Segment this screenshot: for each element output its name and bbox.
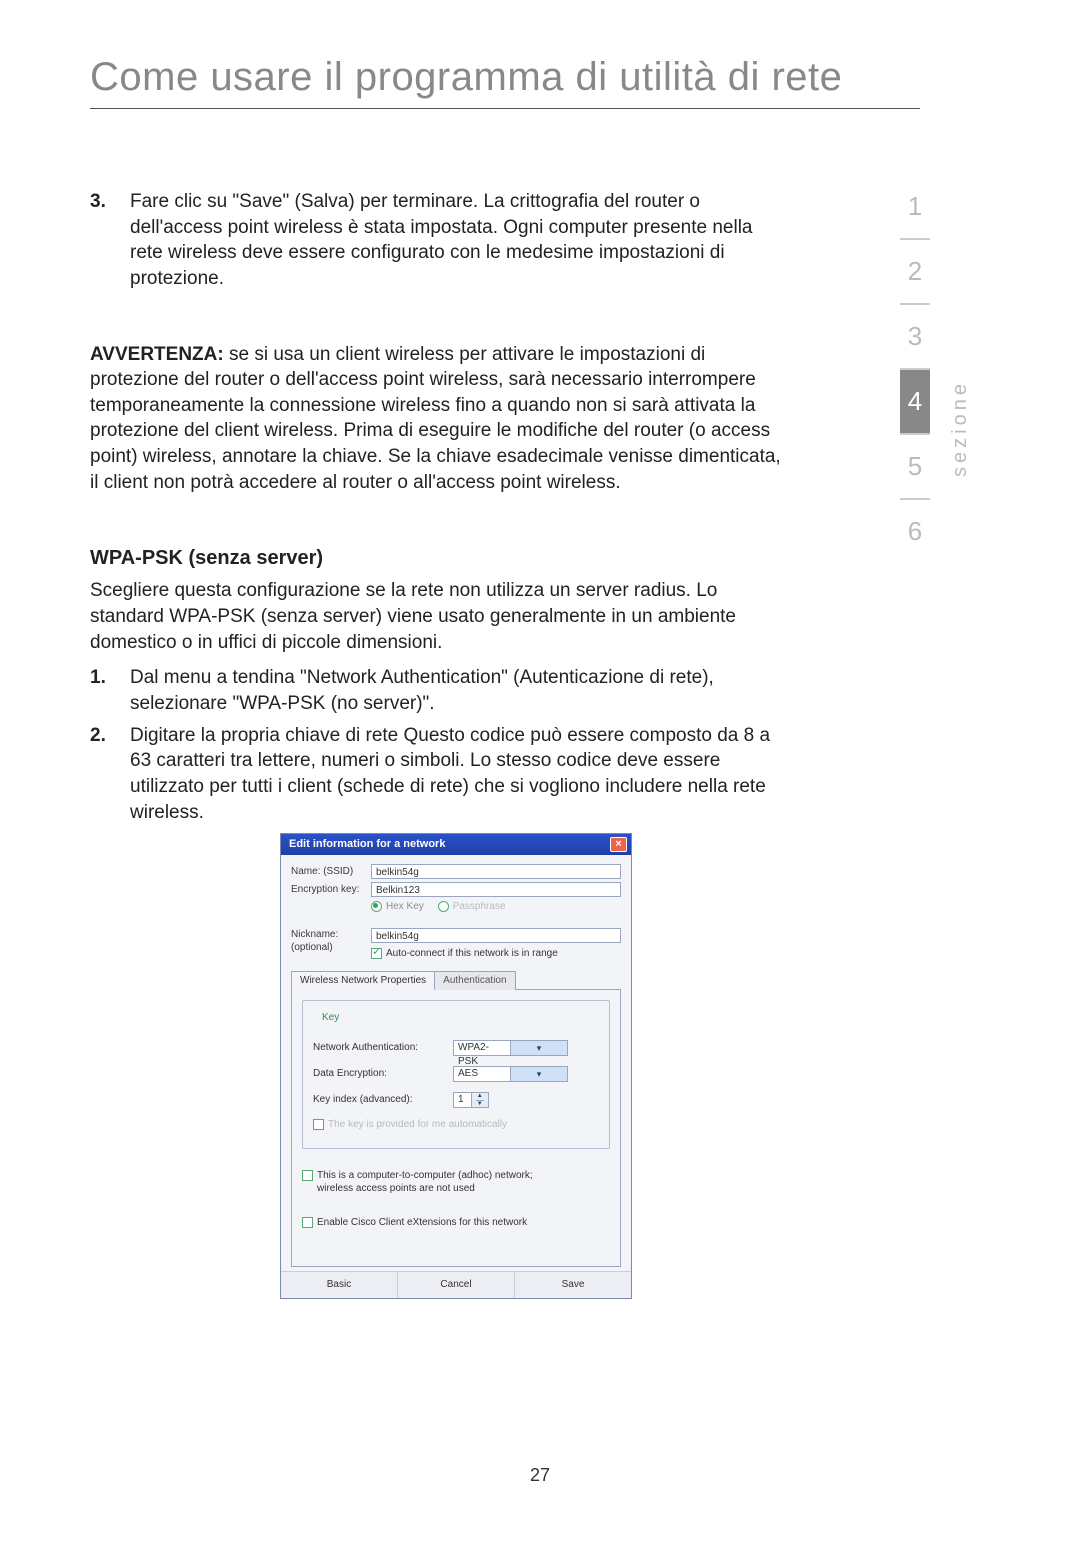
auto-key-label: The key is provided for me automatically	[328, 1119, 507, 1130]
auto-key-checkbox[interactable]	[313, 1119, 324, 1130]
cisco-ext-checkbox[interactable]	[302, 1217, 313, 1228]
chevron-down-icon: ▾	[510, 1041, 567, 1055]
hex-key-radio-label: Hex Key	[386, 901, 424, 912]
dialog-buttons: Basic Cancel Save	[281, 1271, 631, 1298]
nickname-input[interactable]: belkin54g	[371, 928, 621, 943]
tab-wireless-properties[interactable]: Wireless Network Properties	[291, 971, 435, 990]
dialog-titlebar[interactable]: Edit information for a network ×	[281, 834, 631, 855]
ssid-label: Name: (SSID)	[291, 865, 371, 879]
page-title: Come usare il programma di utilità di re…	[90, 55, 920, 109]
cisco-ext-label: Enable Cisco Client eXtensions for this …	[317, 1217, 527, 1228]
section-nav-2[interactable]: 2	[900, 240, 930, 305]
encryption-key-label: Encryption key:	[291, 883, 371, 897]
step-text: Digitare la propria chiave di rete Quest…	[130, 723, 790, 826]
adhoc-checkbox[interactable]	[302, 1170, 313, 1181]
basic-button[interactable]: Basic	[281, 1272, 397, 1298]
network-auth-label: Network Authentication:	[313, 1041, 453, 1055]
data-encryption-label: Data Encryption:	[313, 1067, 453, 1081]
key-index-spinner[interactable]: 1 ▲▼	[453, 1092, 489, 1108]
adhoc-label-line1: This is a computer-to-computer (adhoc) n…	[317, 1170, 533, 1181]
nickname-label: Nickname: (optional)	[291, 928, 371, 955]
warning-text: se si usa un client wireless per attivar…	[90, 344, 781, 493]
save-button[interactable]: Save	[514, 1272, 631, 1298]
data-encryption-dropdown[interactable]: AES ▾	[453, 1066, 568, 1082]
key-fieldset: Key Network Authentication: WPA2-PSK ▾ D…	[302, 1000, 610, 1149]
spinner-down-icon: ▼	[476, 1100, 485, 1108]
tab-panel: Key Network Authentication: WPA2-PSK ▾ D…	[291, 989, 621, 1268]
close-icon[interactable]: ×	[610, 837, 627, 852]
dialog-tabs: Wireless Network Properties Authenticati…	[291, 970, 621, 989]
ssid-input[interactable]: belkin54g	[371, 864, 621, 879]
section-label: sezione	[949, 380, 972, 477]
hex-key-radio[interactable]	[371, 901, 382, 912]
step-number: 1.	[90, 665, 130, 716]
step-number: 3.	[90, 189, 130, 292]
chevron-down-icon: ▾	[510, 1067, 567, 1081]
tab-authentication[interactable]: Authentication	[434, 971, 515, 990]
content-body: 3. Fare clic su "Save" (Salva) per termi…	[90, 189, 790, 1299]
warning-block: AVVERTENZA: se si usa un client wireless…	[90, 342, 790, 496]
network-auth-dropdown[interactable]: WPA2-PSK ▾	[453, 1040, 568, 1056]
step-number: 2.	[90, 723, 130, 826]
ordered-step-2: 2. Digitare la propria chiave di rete Qu…	[90, 723, 790, 826]
section-nav-3[interactable]: 3	[900, 305, 930, 370]
data-encryption-value: AES	[454, 1067, 510, 1081]
key-index-value: 1	[454, 1093, 471, 1107]
network-edit-dialog: Edit information for a network × Name: (…	[280, 833, 632, 1299]
key-index-label: Key index (advanced):	[313, 1093, 453, 1107]
autoconnect-checkbox[interactable]	[371, 948, 382, 959]
encryption-key-input[interactable]: Belkin123	[371, 882, 621, 897]
passphrase-radio-label: Passphrase	[453, 901, 506, 912]
section-nav-5[interactable]: 5	[900, 435, 930, 500]
adhoc-label-line2: wireless access points are not used	[317, 1183, 475, 1194]
section-nav-4[interactable]: 4	[900, 370, 930, 435]
cancel-button[interactable]: Cancel	[397, 1272, 514, 1298]
autoconnect-label: Auto-connect if this network is in range	[386, 948, 558, 959]
dialog-body: Name: (SSID) belkin54g Encryption key: B…	[281, 855, 631, 1271]
section-nav-6[interactable]: 6	[900, 500, 930, 563]
step-text: Fare clic su "Save" (Salva) per terminar…	[130, 189, 790, 292]
page-number: 27	[0, 1465, 1080, 1486]
step-text: Dal menu a tendina "Network Authenticati…	[130, 665, 790, 716]
wpa-psk-intro: Scegliere questa configurazione se la re…	[90, 578, 790, 655]
warning-label: AVVERTENZA:	[90, 344, 224, 365]
section-nav-1[interactable]: 1	[900, 175, 930, 240]
ordered-step-1: 1. Dal menu a tendina "Network Authentic…	[90, 665, 790, 716]
wpa-psk-heading: WPA-PSK (senza server)	[90, 545, 790, 572]
section-navigation: 1 2 3 4 5 6	[900, 175, 930, 563]
passphrase-radio[interactable]	[438, 901, 449, 912]
key-fieldset-legend: Key	[319, 1011, 342, 1025]
ordered-step-3: 3. Fare clic su "Save" (Salva) per termi…	[90, 189, 790, 292]
network-auth-value: WPA2-PSK	[454, 1041, 510, 1055]
dialog-title: Edit information for a network	[289, 837, 445, 852]
page: Come usare il programma di utilità di re…	[0, 0, 1080, 1541]
